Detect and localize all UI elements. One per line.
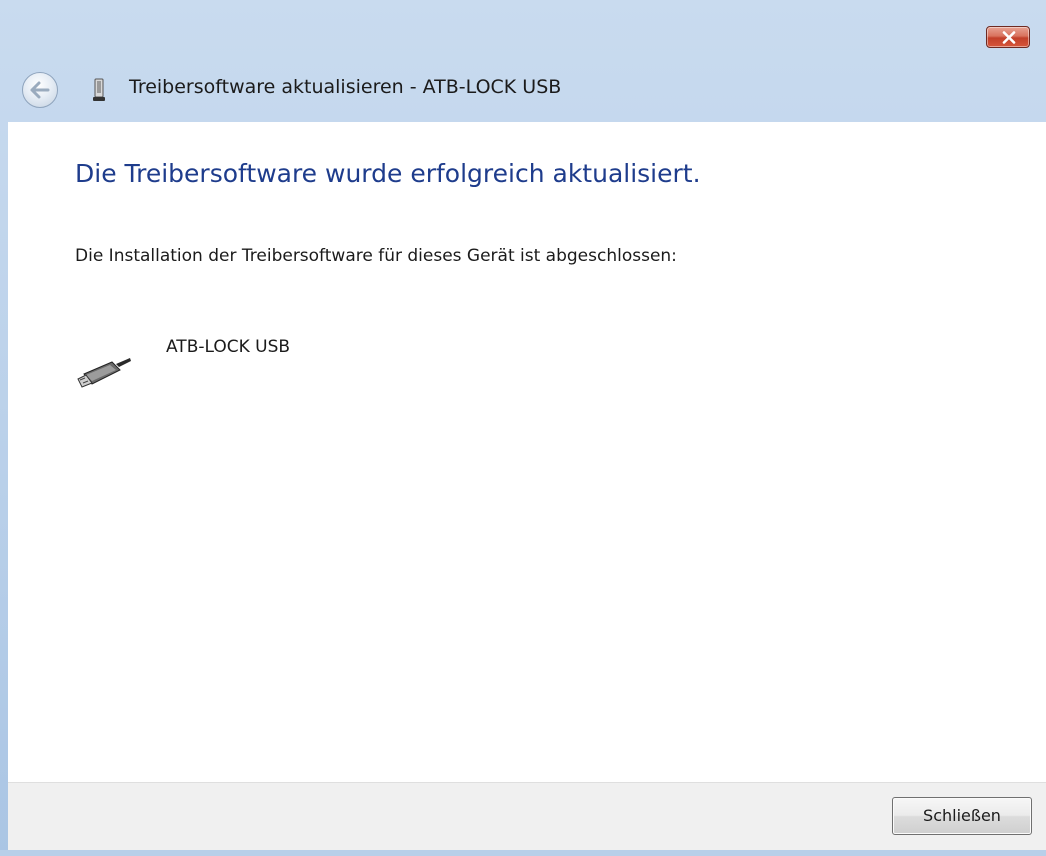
device-name: ATB-LOCK USB bbox=[166, 337, 291, 357]
close-button[interactable]: Schließen bbox=[892, 797, 1032, 835]
back-button[interactable] bbox=[22, 72, 58, 108]
window-title: Treibersoftware aktualisieren - ATB-LOCK… bbox=[129, 76, 562, 98]
success-heading: Die Treibersoftware wurde erfolgreich ak… bbox=[75, 159, 701, 188]
window-close-button[interactable] bbox=[986, 26, 1030, 48]
close-icon bbox=[1002, 31, 1016, 44]
window-bottom-border bbox=[0, 850, 1046, 856]
usb-plug-icon bbox=[77, 358, 131, 388]
installation-description: Die Installation der Treibersoftware für… bbox=[75, 246, 677, 266]
dialog-content: Die Treibersoftware wurde erfolgreich ak… bbox=[8, 122, 1046, 782]
usb-device-icon bbox=[93, 78, 105, 101]
dialog-footer: Schließen bbox=[8, 782, 1046, 850]
dialog-window: Treibersoftware aktualisieren - ATB-LOCK… bbox=[0, 0, 1046, 856]
title-bar: Treibersoftware aktualisieren - ATB-LOCK… bbox=[0, 0, 1046, 120]
back-arrow-icon bbox=[30, 81, 50, 99]
